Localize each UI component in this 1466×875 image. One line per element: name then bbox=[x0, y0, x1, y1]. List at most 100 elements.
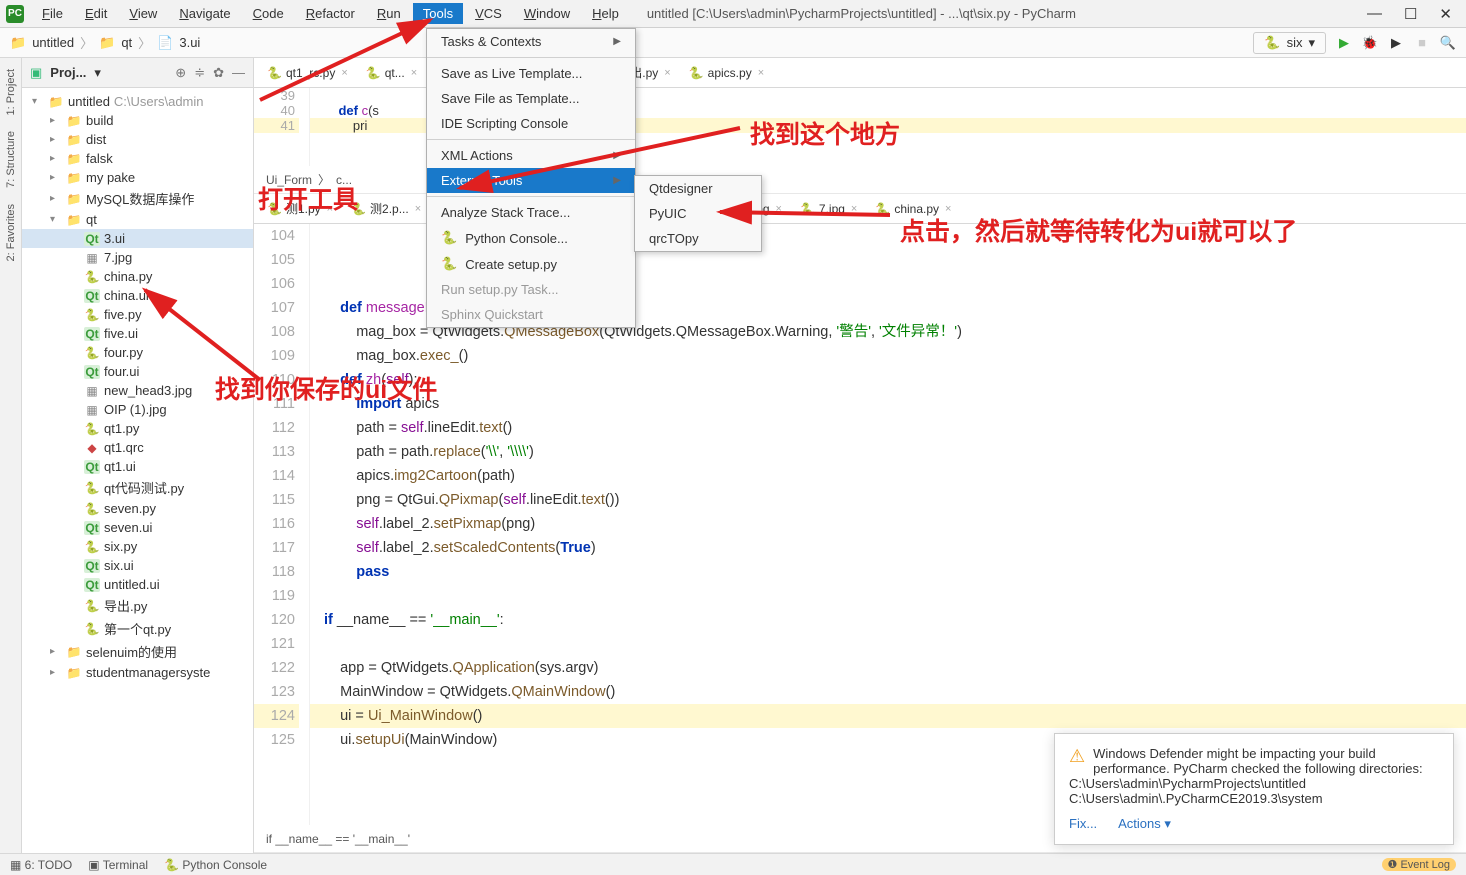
submenu-item[interactable]: Qtdesigner bbox=[635, 176, 761, 201]
target-icon[interactable]: ⊕ bbox=[175, 65, 186, 81]
code-line[interactable]: app = QtWidgets.QApplication(sys.argv) bbox=[310, 656, 1466, 680]
status-tool[interactable]: ▣ Terminal bbox=[88, 858, 148, 872]
search-button[interactable]: 🔍 bbox=[1440, 35, 1456, 51]
editor-tab[interactable]: 🐍qt...× bbox=[357, 61, 426, 85]
tree-node[interactable]: ▸📁my pake bbox=[22, 168, 253, 187]
code-line[interactable]: path = self.lineEdit.text() bbox=[310, 416, 1466, 440]
breadcrumb-item[interactable]: untitled bbox=[32, 35, 74, 50]
tree-node[interactable]: ▦7.jpg bbox=[22, 248, 253, 267]
code-line[interactable]: mag_box.exec_() bbox=[310, 344, 1466, 368]
minimize-icon[interactable]: — bbox=[1367, 5, 1382, 23]
menu-item[interactable]: Tasks & Contexts▶ bbox=[427, 29, 635, 54]
tree-node[interactable]: Qtseven.ui bbox=[22, 518, 253, 537]
breadcrumb-item[interactable]: qt bbox=[121, 35, 132, 50]
tree-node[interactable]: 🐍four.py bbox=[22, 343, 253, 362]
menu-window[interactable]: Window bbox=[514, 3, 580, 24]
menu-tools[interactable]: Tools bbox=[413, 3, 463, 24]
code-line[interactable]: self.label_2.setScaledContents(True) bbox=[310, 536, 1466, 560]
menu-file[interactable]: File bbox=[32, 3, 73, 24]
menu-help[interactable]: Help bbox=[582, 3, 629, 24]
tree-node[interactable]: ▸📁studentmanagersyste bbox=[22, 663, 253, 682]
code-line[interactable]: pass bbox=[310, 560, 1466, 584]
editor-tab[interactable]: 🐍china.py× bbox=[866, 197, 960, 221]
breadcrumb[interactable]: 📁untitled〉📁qt〉📄3.ui bbox=[10, 33, 200, 52]
menu-item[interactable]: Save File as Template... bbox=[427, 86, 635, 111]
left-tab[interactable]: 2: Favorites bbox=[4, 199, 18, 266]
code-line[interactable]: if __name__ == '__main__': bbox=[310, 608, 1466, 632]
close-icon[interactable]: ✕ bbox=[1439, 5, 1452, 23]
tree-node[interactable]: 🐍导出.py bbox=[22, 594, 253, 617]
tree-node[interactable]: 🐍第一个qt.py bbox=[22, 617, 253, 640]
editor-tab[interactable]: 🐍apics.py× bbox=[680, 61, 773, 85]
editor-tab[interactable]: 🐍7.jpg× bbox=[791, 197, 866, 221]
code-line[interactable]: self.label_2.setPixmap(png) bbox=[310, 512, 1466, 536]
menu-code[interactable]: Code bbox=[243, 3, 294, 24]
tree-node[interactable]: 🐍seven.py bbox=[22, 499, 253, 518]
stop-button[interactable]: ■ bbox=[1414, 35, 1430, 51]
tree-node[interactable]: ▾📁qt bbox=[22, 210, 253, 229]
tree-node[interactable]: ▦OIP (1).jpg bbox=[22, 400, 253, 419]
collapse-icon[interactable]: ≑ bbox=[194, 65, 205, 81]
menu-refactor[interactable]: Refactor bbox=[296, 3, 365, 24]
code-line[interactable]: MainWindow = QtWidgets.QMainWindow() bbox=[310, 680, 1466, 704]
menu-item[interactable]: Analyze Stack Trace... bbox=[427, 200, 635, 225]
menu-navigate[interactable]: Navigate bbox=[169, 3, 240, 24]
tree-node[interactable]: Qtsix.ui bbox=[22, 556, 253, 575]
code-line[interactable]: path = path.replace('\\', '\\\\') bbox=[310, 440, 1466, 464]
menu-vcs[interactable]: VCS bbox=[465, 3, 512, 24]
breadcrumb-item[interactable]: 3.ui bbox=[179, 35, 200, 50]
code-line[interactable]: apics.img2Cartoon(path) bbox=[310, 464, 1466, 488]
left-tab[interactable]: 7: Structure bbox=[4, 126, 18, 193]
actions-link[interactable]: Actions ▾ bbox=[1118, 816, 1171, 831]
gear-icon[interactable]: ✿ bbox=[213, 65, 224, 81]
menu-view[interactable]: View bbox=[119, 3, 167, 24]
run-button[interactable]: ▶ bbox=[1336, 35, 1352, 51]
tree-node[interactable]: Qtfour.ui bbox=[22, 362, 253, 381]
submenu-item[interactable]: qrcTOpy bbox=[635, 226, 761, 251]
submenu-item[interactable]: PyUIC bbox=[635, 201, 761, 226]
tree-node[interactable]: ▦new_head3.jpg bbox=[22, 381, 253, 400]
status-tool[interactable]: ▦ 6: TODO bbox=[10, 858, 72, 872]
editor-tab[interactable]: 🐍qt1_rc.py× bbox=[258, 61, 357, 85]
status-tool[interactable]: 🐍 Python Console bbox=[164, 858, 267, 872]
tree-node[interactable]: ▸📁MySQL数据库操作 bbox=[22, 187, 253, 210]
menu-run[interactable]: Run bbox=[367, 3, 411, 24]
editor-tab[interactable]: 🐍测2.p...× bbox=[342, 195, 430, 222]
tree-node[interactable]: Qtfive.ui bbox=[22, 324, 253, 343]
tree-node[interactable]: ▸📁build bbox=[22, 111, 253, 130]
tree-node[interactable]: ▸📁dist bbox=[22, 130, 253, 149]
hide-icon[interactable]: — bbox=[232, 65, 245, 81]
tree-node[interactable]: Qtuntitled.ui bbox=[22, 575, 253, 594]
tree-node[interactable]: ◆qt1.qrc bbox=[22, 438, 253, 457]
tree-node[interactable]: 🐍five.py bbox=[22, 305, 253, 324]
code-line[interactable]: import apics bbox=[310, 392, 1466, 416]
run-coverage-button[interactable]: ▶ bbox=[1388, 35, 1404, 51]
tree-node[interactable]: ▸📁selenuim的使用 bbox=[22, 640, 253, 663]
crumb-class[interactable]: Ui_Form bbox=[266, 173, 312, 187]
tree-node[interactable]: 🐍china.py bbox=[22, 267, 253, 286]
crumb-method[interactable]: c... bbox=[336, 173, 352, 187]
editor-tab[interactable]: 🐍测1.py× bbox=[258, 195, 342, 222]
debug-button[interactable]: 🐞 bbox=[1362, 35, 1378, 51]
chevron-down-icon[interactable]: ▾ bbox=[94, 65, 101, 81]
crumb-scope[interactable]: if __name__ == '__main__' bbox=[266, 832, 410, 846]
tree-node[interactable]: 🐍qt1.py bbox=[22, 419, 253, 438]
event-log-button[interactable]: ❶ Event Log bbox=[1382, 858, 1456, 871]
tree-node[interactable]: ▾📁untitled C:\Users\admin bbox=[22, 92, 253, 111]
maximize-icon[interactable]: ☐ bbox=[1404, 5, 1417, 23]
code-line[interactable]: def zh(self): bbox=[310, 368, 1466, 392]
menu-item[interactable]: IDE Scripting Console bbox=[427, 111, 635, 136]
code-line[interactable]: png = QtGui.QPixmap(self.lineEdit.text()… bbox=[310, 488, 1466, 512]
code-line[interactable] bbox=[310, 584, 1466, 608]
left-tab[interactable]: 1: Project bbox=[4, 64, 18, 120]
tree-node[interactable]: Qtqt1.ui bbox=[22, 457, 253, 476]
menu-item[interactable]: Save as Live Template... bbox=[427, 61, 635, 86]
code-line[interactable] bbox=[310, 632, 1466, 656]
tree-node[interactable]: 🐍six.py bbox=[22, 537, 253, 556]
menu-item[interactable]: 🐍Create setup.py bbox=[427, 251, 635, 277]
tree-node[interactable]: Qtchina.ui bbox=[22, 286, 253, 305]
menu-item[interactable]: XML Actions▶ bbox=[427, 143, 635, 168]
run-config-selector[interactable]: 🐍 six ▾ bbox=[1253, 32, 1326, 54]
menu-edit[interactable]: Edit bbox=[75, 3, 117, 24]
menu-item[interactable]: 🐍Python Console... bbox=[427, 225, 635, 251]
